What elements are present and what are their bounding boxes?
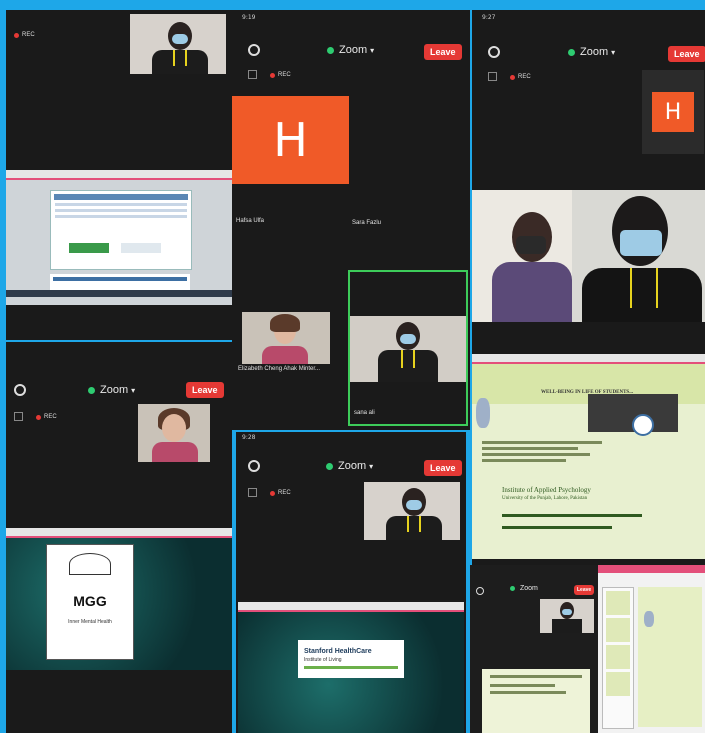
university-logo-icon <box>632 414 654 436</box>
grid-view-icon[interactable] <box>14 412 23 421</box>
shared-slide-mgg: MGG Inner Mental Health <box>6 528 232 670</box>
chevron-down-icon: ▾ <box>369 461 374 471</box>
microphone-icon <box>644 611 654 627</box>
participant-video-elizabeth[interactable] <box>242 312 330 364</box>
participant-name-1: Hafsa Ulfa <box>236 218 265 224</box>
screen-top-center: 9:19 Zoom ▾ Leave REC H Hafsa Ulfa Sara … <box>232 10 470 430</box>
rec-dot-icon <box>510 74 515 80</box>
zoom-title-menu[interactable]: Zoom <box>510 585 538 592</box>
rec-dot-icon <box>14 32 19 38</box>
avatar-tile: H <box>652 92 694 132</box>
rec-indicator: REC <box>270 490 291 496</box>
shared-screen-webinar <box>6 170 232 305</box>
shield-icon <box>568 48 575 56</box>
grid-view-icon[interactable] <box>488 72 497 81</box>
seal-icon <box>69 553 111 575</box>
leave-button[interactable]: Leave <box>424 460 462 476</box>
screen-top-right: 9:27 Zoom ▾ Leave REC H WELL-BEING IN LI… <box>472 10 705 565</box>
shared-slide-stanford: Stanford HealthCare Institute of Living <box>238 602 464 733</box>
leave-button[interactable]: Leave <box>424 44 462 60</box>
switch-camera-icon[interactable] <box>14 384 26 396</box>
screen-mid-left: Zoom ▾ Leave REC MGG Inner Mental Health <box>6 342 232 733</box>
switch-camera-icon[interactable] <box>248 460 260 472</box>
shield-icon <box>326 462 333 470</box>
mask-icon <box>516 236 546 254</box>
leave-button[interactable]: Leave <box>668 46 705 62</box>
participant-video-elizabeth[interactable] <box>138 404 210 462</box>
main-video-two-participants[interactable] <box>472 190 705 322</box>
screen-top-left: REC <box>6 10 232 340</box>
rec-indicator: REC <box>14 32 35 38</box>
self-video-tile[interactable] <box>130 14 226 74</box>
grid-view-icon[interactable] <box>248 488 257 497</box>
participant-name-2: Sara Fazlu <box>352 220 382 226</box>
rec-indicator: REC <box>510 74 531 80</box>
grid-view-icon[interactable] <box>248 70 257 79</box>
zoom-title-menu[interactable]: Zoom ▾ <box>88 384 135 396</box>
shield-icon <box>510 586 515 591</box>
chevron-down-icon: ▾ <box>131 385 136 395</box>
mask-icon <box>400 334 416 344</box>
switch-camera-icon[interactable] <box>488 46 500 58</box>
leave-button[interactable]: Leave <box>574 585 595 595</box>
leave-button[interactable]: Leave <box>186 382 224 398</box>
chevron-down-icon: ▾ <box>611 47 616 57</box>
zoom-title-menu[interactable]: Zoom ▾ <box>568 46 615 58</box>
mask-icon <box>172 34 188 44</box>
shield-icon <box>327 46 334 54</box>
rec-dot-icon <box>36 414 41 420</box>
zoom-title-menu[interactable]: Zoom ▾ <box>326 460 373 472</box>
rec-indicator: REC <box>270 72 291 78</box>
screen-bottom-right: Zoom Leave <box>470 565 705 733</box>
avatar-tile[interactable]: H <box>232 96 349 184</box>
rec-dot-icon <box>270 72 275 78</box>
participant-name-3: Elizabeth Cheng Ahak Minter... <box>238 366 321 372</box>
active-speaker-tile[interactable]: sana ali <box>348 270 468 426</box>
rec-dot-icon <box>270 490 275 496</box>
self-video-tile[interactable] <box>540 599 594 633</box>
shield-icon <box>88 386 95 394</box>
switch-camera-icon[interactable] <box>476 587 484 595</box>
rec-indicator: REC <box>36 414 57 420</box>
screen-mid-center: 9:28 Zoom ▾ Leave REC Stanford HealthCar… <box>236 432 466 733</box>
mask-icon <box>562 609 572 615</box>
mask-icon <box>620 230 662 256</box>
switch-camera-icon[interactable] <box>248 44 260 56</box>
mask-icon <box>406 500 422 510</box>
zoom-title-menu[interactable]: Zoom ▾ <box>327 44 374 56</box>
chevron-down-icon: ▾ <box>370 45 375 55</box>
shared-slide-research: WELL-BEING IN LIFE OF STUDENTS... Instit… <box>472 354 705 559</box>
avatar-tile-frame[interactable]: H <box>642 70 704 154</box>
self-video-tile[interactable] <box>364 482 460 540</box>
